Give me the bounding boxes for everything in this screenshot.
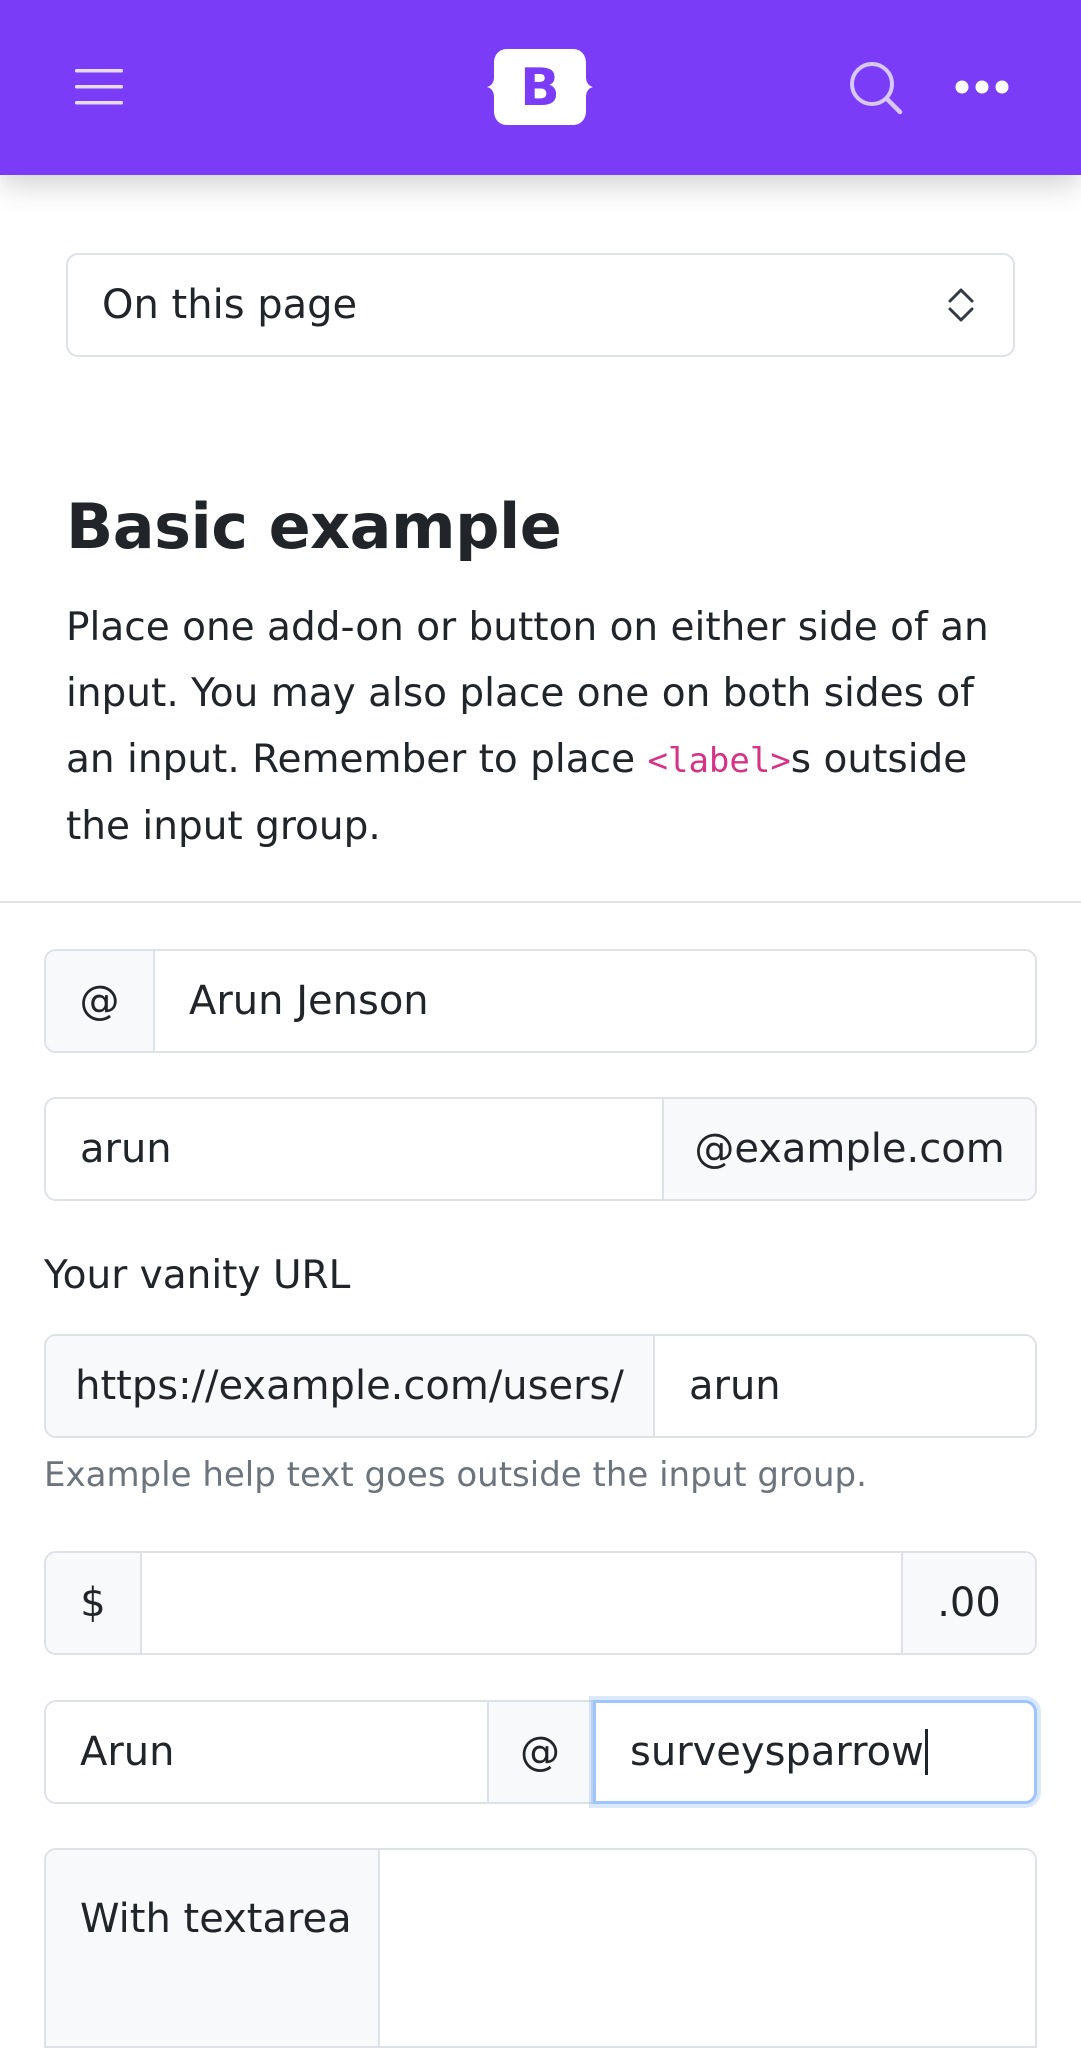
cents-addon: .00 [901, 1553, 1035, 1653]
server-input-group: Arun @ surveysparrow [44, 1700, 1037, 1804]
hamburger-menu-icon [75, 69, 123, 105]
textarea-input-group: With textarea [44, 1848, 1037, 2048]
textarea-input[interactable] [380, 1850, 1035, 2046]
recipient-input-group: arun @example.com [44, 1097, 1037, 1201]
help-text: Example help text goes outside the input… [44, 1455, 867, 1495]
at-addon: @ [46, 951, 155, 1051]
username-input[interactable]: Arun Jenson [155, 951, 1035, 1051]
domain-addon: @example.com [662, 1099, 1035, 1199]
search-button[interactable] [836, 48, 916, 128]
label-code: <label> [647, 741, 791, 781]
more-options-button[interactable] [940, 52, 1024, 122]
server-at-addon: @ [487, 1702, 593, 1802]
on-this-page-label: On this page [102, 282, 358, 328]
server-username-input[interactable]: Arun [46, 1702, 487, 1802]
on-this-page-select[interactable]: On this page [66, 253, 1015, 357]
text-caret [924, 1729, 928, 1775]
username-input-group: @ Arun Jenson [44, 949, 1037, 1053]
brand-letter: B [520, 58, 560, 118]
more-horizontal-icon [955, 80, 1009, 94]
recipient-input[interactable]: arun [46, 1099, 662, 1199]
server-input-value: surveysparrow [630, 1729, 924, 1775]
vanity-url-label: Your vanity URL [44, 1253, 351, 1298]
base-url-addon: https://example.com/users/ [46, 1336, 655, 1436]
vanity-url-input[interactable]: arun [655, 1336, 1035, 1436]
vanity-url-input-group: https://example.com/users/ arun [44, 1334, 1037, 1438]
bootstrap-logo[interactable]: B [485, 43, 595, 131]
top-navbar: B [0, 0, 1081, 175]
amount-input-group: $ .00 [44, 1551, 1037, 1655]
menu-button[interactable] [58, 52, 140, 122]
search-icon [850, 62, 903, 115]
chevron-up-down-icon [948, 288, 974, 322]
textarea-addon: With textarea [46, 1850, 380, 2046]
dollar-addon: $ [46, 1553, 142, 1653]
section-description: Place one add-on or button on either sid… [66, 595, 1026, 860]
server-input[interactable]: surveysparrow [593, 1700, 1037, 1804]
amount-input[interactable] [142, 1553, 901, 1653]
section-title: Basic example [66, 490, 562, 563]
divider [0, 901, 1081, 903]
